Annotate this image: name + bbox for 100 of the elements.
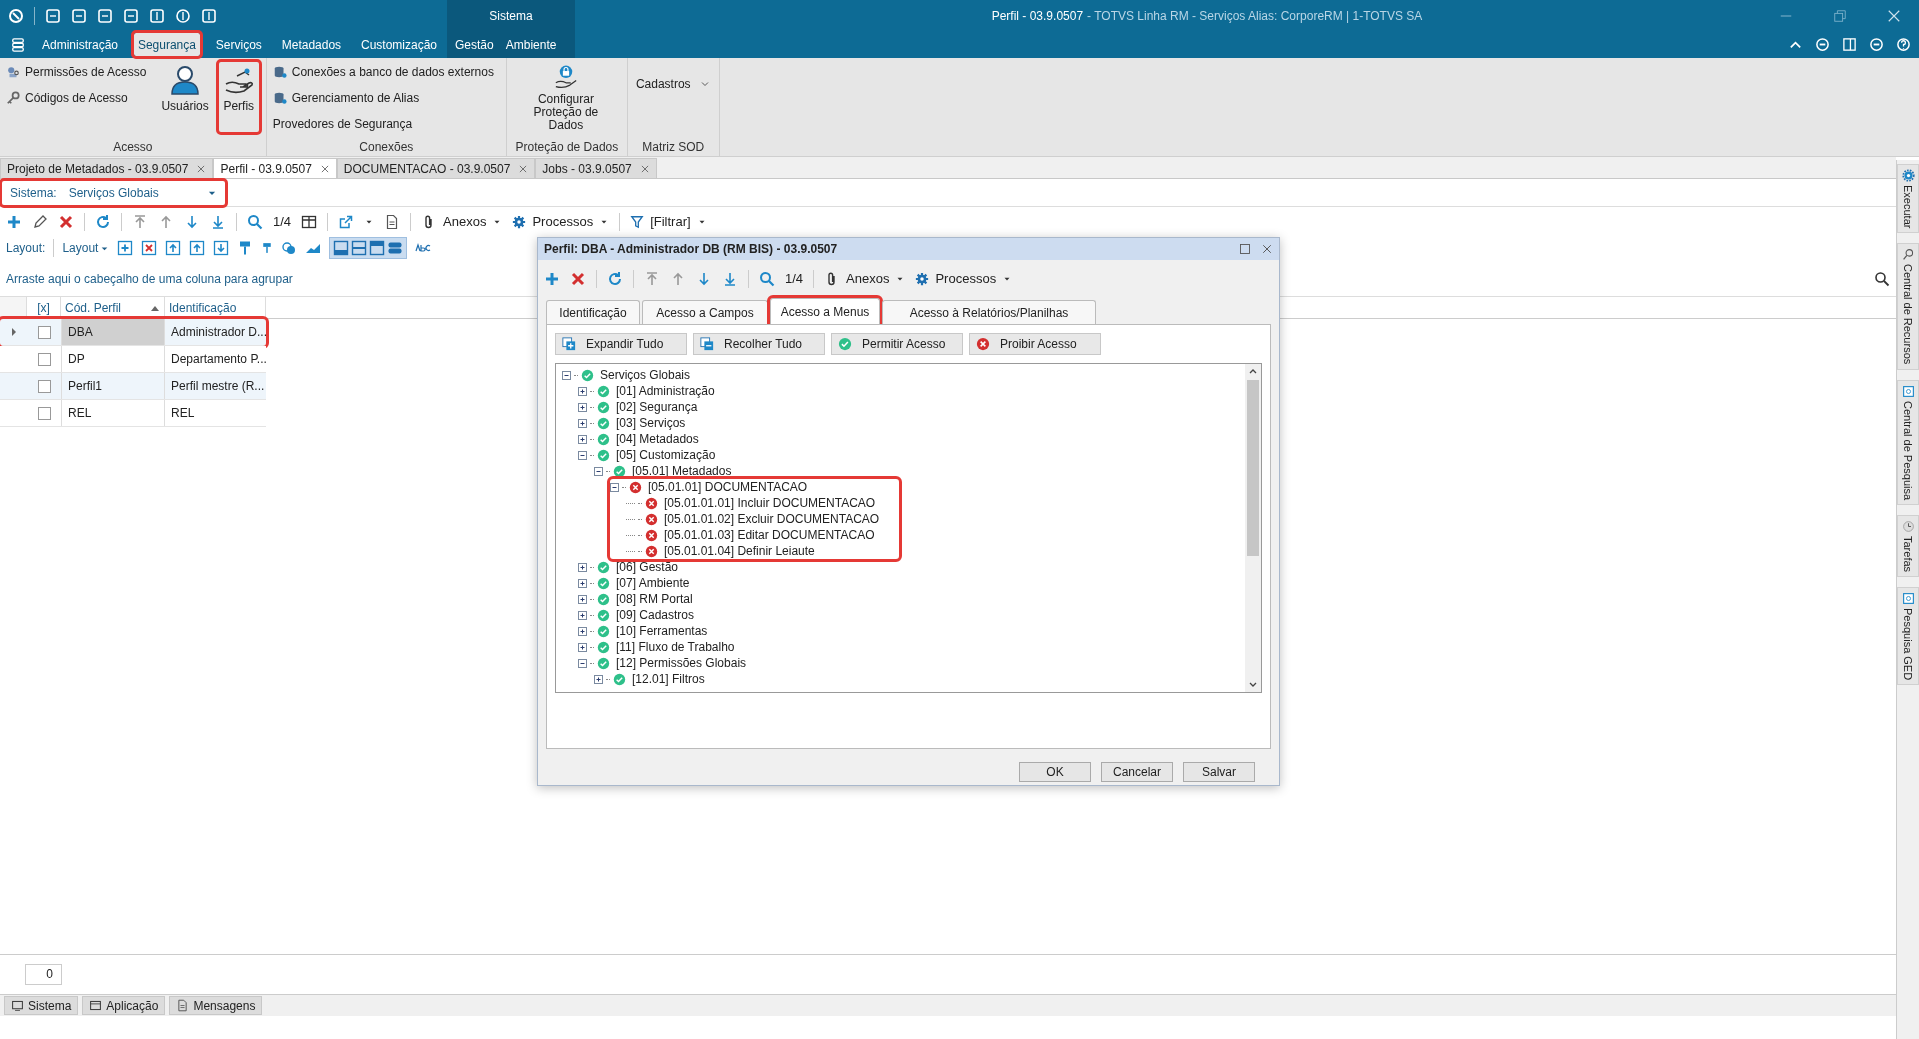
ribbon-button[interactable]: Configurar Proteção de Dados <box>513 62 618 132</box>
panel-rows-icon[interactable] <box>387 240 404 256</box>
tree-item[interactable]: [11] Fluxo de Trabalho <box>613 638 735 656</box>
status-tab[interactable]: Mensagens <box>169 996 263 1015</box>
action-button[interactable]: Recolher Tudo <box>693 333 825 355</box>
tree-item[interactable]: [05.01.01.01] Incluir DOCUMENTACAO <box>661 494 876 512</box>
allowed-icon[interactable] <box>597 624 610 638</box>
remove-layout-icon[interactable] <box>141 240 158 256</box>
close-icon[interactable] <box>518 163 529 174</box>
maximize-icon[interactable] <box>1239 243 1251 255</box>
tree-item[interactable]: [02] Segurança <box>613 398 698 416</box>
search-icon[interactable] <box>1874 270 1890 287</box>
last-record-icon[interactable] <box>722 271 738 287</box>
action-button[interactable]: Permitir Acesso <box>831 333 963 355</box>
ribbon-button[interactable]: Conexões a banco de dados externos <box>270 62 496 82</box>
layout-dropdown[interactable]: Layout <box>62 239 110 257</box>
table-row[interactable]: DBA Administrador D... <box>0 319 266 346</box>
enter-icon[interactable] <box>165 240 182 256</box>
checkbox[interactable] <box>37 325 51 339</box>
tree-item[interactable]: [12.01] Filtros <box>629 670 705 688</box>
tree-item[interactable]: [03] Serviços <box>613 414 686 432</box>
tree-item[interactable]: [01] Administração <box>613 382 715 400</box>
expand-icon[interactable] <box>578 386 587 396</box>
shapes-icon[interactable] <box>281 240 298 256</box>
allowed-icon[interactable] <box>597 560 610 574</box>
panel-split-icon[interactable] <box>351 240 368 256</box>
refresh-icon[interactable] <box>607 271 623 287</box>
pin-icon[interactable] <box>261 240 274 256</box>
panel-top-icon[interactable] <box>369 240 386 256</box>
panel-bottom-icon[interactable] <box>333 240 350 256</box>
ribbon-button[interactable]: Provedores de Segurança <box>270 114 496 134</box>
document-tab[interactable]: DOCUMENTACAO - 03.9.0507 <box>336 158 536 178</box>
expand-icon[interactable] <box>578 642 587 652</box>
allowed-icon[interactable] <box>613 672 626 686</box>
dialog-button[interactable]: Cancelar <box>1101 762 1173 782</box>
collapse-icon[interactable] <box>610 482 619 492</box>
dialog-tab[interactable]: Identificação <box>546 300 640 324</box>
table-row[interactable]: REL REL <box>0 400 266 427</box>
expand-icon[interactable] <box>578 562 587 572</box>
allowed-icon[interactable] <box>597 416 610 430</box>
first-record-icon[interactable] <box>644 271 660 287</box>
side-tab[interactable]: Pesquisa GED <box>1897 586 1919 685</box>
close-icon[interactable] <box>196 163 207 174</box>
ribbon-button[interactable]: Gerenciamento de Alias <box>270 88 496 108</box>
dropdown-button[interactable]: Cadastros <box>631 74 715 94</box>
action-button[interactable]: Expandir Tudo <box>555 333 687 355</box>
expand-icon[interactable] <box>578 434 587 444</box>
collapse-icon[interactable] <box>578 450 587 460</box>
tree-item[interactable]: [05] Customização <box>613 446 716 464</box>
close-icon[interactable] <box>319 163 330 174</box>
allowed-icon[interactable] <box>597 384 610 398</box>
document-tab[interactable]: Perfil - 03.9.0507 <box>213 158 337 178</box>
denied-icon[interactable] <box>645 528 658 542</box>
document-tab[interactable]: Projeto de Metadados - 03.9.0507 <box>0 158 214 178</box>
action-button[interactable]: Proibir Acesso <box>969 333 1101 355</box>
processes-button[interactable]: Processos <box>915 269 1013 289</box>
tree-item[interactable]: [05.01.01.03] Editar DOCUMENTACAO <box>661 526 875 544</box>
dialog-button[interactable]: OK <box>1019 762 1091 782</box>
delete-icon[interactable] <box>58 214 74 230</box>
add-layout-icon[interactable] <box>117 240 134 256</box>
export-icon[interactable] <box>338 214 355 230</box>
allowed-icon[interactable] <box>597 608 610 622</box>
denied-icon[interactable] <box>645 496 658 510</box>
status-tab[interactable]: Aplicação <box>82 996 166 1015</box>
checkbox[interactable] <box>37 406 51 420</box>
allowed-icon[interactable] <box>613 464 626 478</box>
expand-icon[interactable] <box>578 594 587 604</box>
ribbon-button[interactable]: Permissões de Acesso <box>4 62 149 82</box>
tree-item[interactable]: [04] Metadados <box>613 430 699 448</box>
allowed-icon[interactable] <box>597 432 610 446</box>
tree-item[interactable]: [09] Cadastros <box>613 606 695 624</box>
ribbon-button[interactable]: Perfis <box>218 62 259 132</box>
collapse-icon[interactable] <box>562 370 571 380</box>
add-icon[interactable] <box>6 214 22 230</box>
close-icon[interactable] <box>639 163 650 174</box>
system-dropdown[interactable]: Sistema: Serviços Globais <box>2 180 225 205</box>
download-icon[interactable] <box>213 240 230 256</box>
table-row[interactable]: Perfil1 Perfil mestre (R... <box>0 373 266 400</box>
attachments-button[interactable]: Anexos <box>421 212 503 232</box>
ribbon-button[interactable]: Usuários <box>157 62 213 132</box>
restore-icon[interactable] <box>1833 8 1847 23</box>
denied-icon[interactable] <box>645 512 658 526</box>
collapse-icon[interactable] <box>578 658 587 668</box>
upload-icon[interactable] <box>189 240 206 256</box>
next-record-icon[interactable] <box>184 214 200 230</box>
status-tab[interactable]: Sistema <box>4 996 79 1015</box>
logo-icon[interactable] <box>8 7 24 24</box>
side-tab[interactable]: Tarefas <box>1897 514 1919 577</box>
dialog-button[interactable]: Salvar <box>1183 762 1255 782</box>
allowed-icon[interactable] <box>597 576 610 590</box>
denied-icon[interactable] <box>629 480 642 494</box>
checkbox[interactable] <box>37 352 51 366</box>
refresh-icon[interactable] <box>95 214 111 230</box>
filter-button[interactable]: [Filtrar] <box>630 212 707 232</box>
expand-icon[interactable] <box>578 418 587 428</box>
collapse-icon[interactable] <box>594 466 603 476</box>
last-record-icon[interactable] <box>210 214 226 230</box>
expand-icon[interactable] <box>578 626 587 636</box>
close-icon[interactable] <box>1261 243 1273 255</box>
tree-item[interactable]: [07] Ambiente <box>613 574 690 592</box>
